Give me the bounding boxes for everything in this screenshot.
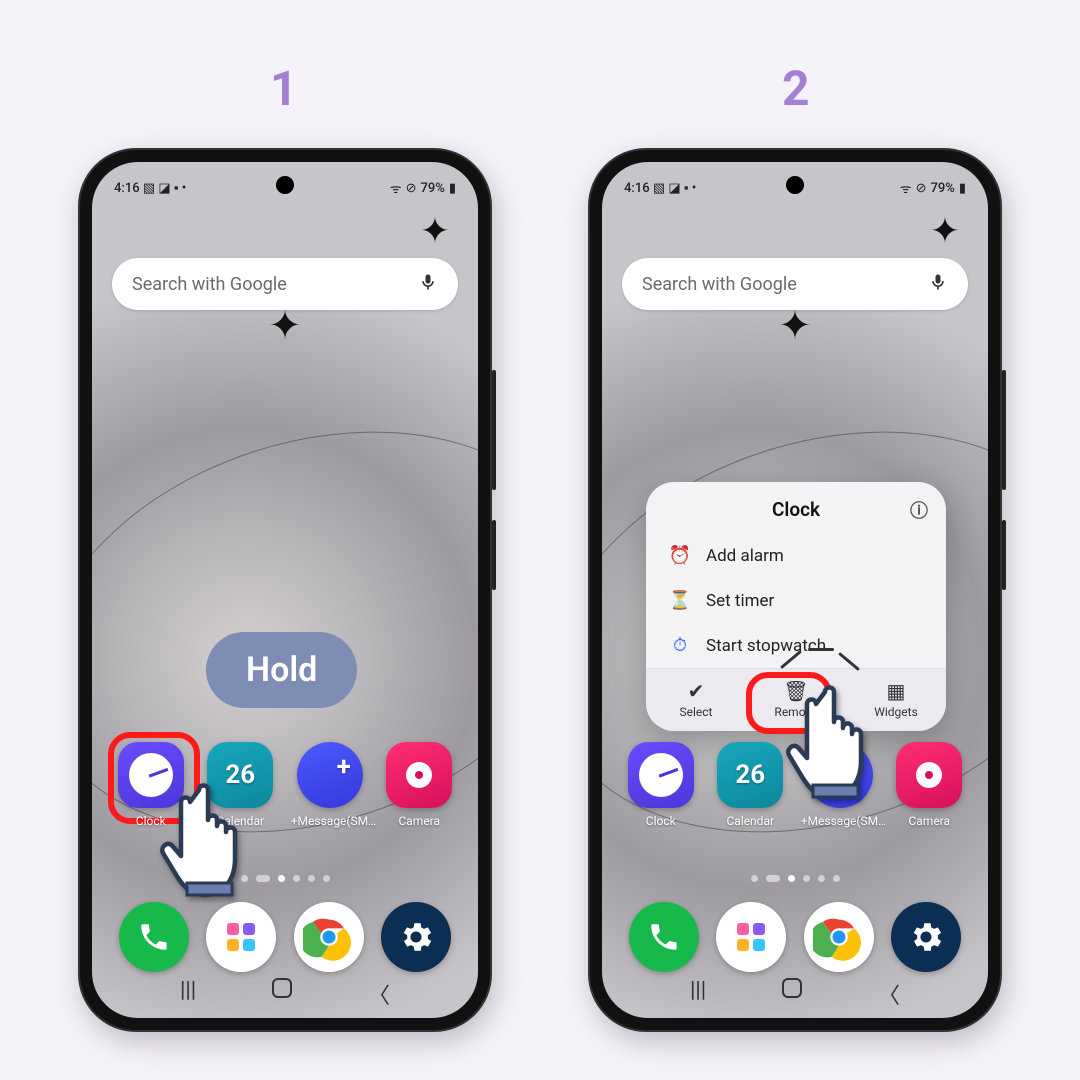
phone-frame-step2: 4:16 ▧ ◪ ▪ • ᯤ ⊘ 79% ▮ ✦ Search with Goo… [590,150,1000,1030]
dock-apps[interactable] [716,902,786,972]
status-right: ᯤ ⊘ 79% ▮ [900,179,966,197]
search-placeholder: Search with Google [642,274,797,295]
page-indicator[interactable] [602,875,988,882]
highlight-ring [746,672,832,734]
status-bar: 4:16 ▧ ◪ ▪ • ᯤ ⊘ 79% ▮ [92,174,478,202]
nav-bar[interactable]: ||| 〈 [92,978,478,1010]
home-app-row: Clock 26 Calendar +Message(SM… Camera [602,742,988,828]
app-message[interactable]: +Message(SM… [291,742,369,828]
phone-screen[interactable]: 4:16 ▧ ◪ ▪ • ᯤ ⊘ 79% ▮ ✦ Search with Goo… [92,162,478,1018]
mic-icon[interactable] [928,272,948,297]
stopwatch-icon: ⏱ [668,635,692,656]
battery-text: 79% [420,181,444,196]
app-label: Camera [380,814,458,828]
sparkle-icon: ✦ [930,210,960,252]
info-icon[interactable]: ⓘ [910,497,928,523]
search-placeholder: Search with Google [132,274,287,295]
nav-back-icon[interactable]: 〈 [878,978,900,1010]
phone-screen[interactable]: 4:16 ▧ ◪ ▪ • ᯤ ⊘ 79% ▮ ✦ Search with Goo… [602,162,988,1018]
hourglass-icon: ⏳ [668,590,692,611]
menu-start-stopwatch[interactable]: ⏱ Start stopwatch [646,623,946,668]
status-bar: 4:16 ▧ ◪ ▪ • ᯤ ⊘ 79% ▮ [602,174,988,202]
app-label: Clock [112,814,190,828]
status-right: ᯤ ⊘ 79% ▮ [390,179,456,197]
dock-settings[interactable] [891,902,961,972]
no-sim-icon: ⊘ [916,181,927,196]
sparkle-icon: ✦ [268,302,302,349]
app-clock[interactable]: Clock [622,742,700,828]
wifi-icon: ᯤ [390,179,402,197]
app-message[interactable]: +Message(SM… [801,742,879,828]
nav-bar[interactable]: ||| 〈 [602,978,988,1010]
wifi-icon: ᯤ [900,179,912,197]
app-label: Calendar [711,814,789,828]
app-clock[interactable]: Clock [112,742,190,828]
home-app-row: Clock 26 Calendar +Message(SM… Camera [92,742,478,828]
status-time: 4:16 ▧ ◪ ▪ • [624,180,696,196]
menu-add-alarm[interactable]: ⏰ Add alarm [646,533,946,578]
sparkle-icon: ✦ [778,302,812,349]
dock-phone[interactable] [119,902,189,972]
alarm-icon: ⏰ [668,545,692,566]
phone-frame-step1: 4:16 ▧ ◪ ▪ • ᯤ ⊘ 79% ▮ ✦ Search with Goo… [80,150,490,1030]
hold-instruction-pill: Hold [206,632,357,708]
page-indicator[interactable] [92,875,478,882]
dock-settings[interactable] [381,902,451,972]
app-label: +Message(SM… [801,814,879,828]
dock-chrome[interactable] [804,902,874,972]
nav-recents-icon[interactable]: ||| [690,978,706,1010]
battery-icon: ▮ [959,181,966,196]
sparkle-icon: ✦ [420,210,450,252]
dock [602,902,988,972]
check-circle-icon: ✔ [646,679,746,703]
battery-text: 79% [930,181,954,196]
nav-home-icon[interactable] [782,978,802,998]
status-time: 4:16 ▧ ◪ ▪ • [114,180,186,196]
dock [92,902,478,972]
action-select[interactable]: ✔ Select [646,669,746,731]
app-label: Calendar [201,814,279,828]
app-calendar[interactable]: 26 Calendar [711,742,789,828]
app-camera[interactable]: Camera [890,742,968,828]
nav-back-icon[interactable]: 〈 [368,978,390,1010]
app-label: +Message(SM… [291,814,369,828]
nav-home-icon[interactable] [272,978,292,998]
app-label: Camera [890,814,968,828]
menu-set-timer[interactable]: ⏳ Set timer [646,578,946,623]
action-widgets[interactable]: ▦ Widgets [846,669,946,731]
mic-icon[interactable] [418,272,438,297]
battery-icon: ▮ [449,181,456,196]
app-camera[interactable]: Camera [380,742,458,828]
nav-recents-icon[interactable]: ||| [180,978,196,1010]
app-label: Clock [622,814,700,828]
no-sim-icon: ⊘ [406,181,417,196]
popup-title: Clock ⓘ [646,482,946,533]
dock-apps[interactable] [206,902,276,972]
dock-chrome[interactable] [294,902,364,972]
app-calendar[interactable]: 26 Calendar [201,742,279,828]
dock-phone[interactable] [629,902,699,972]
step-number-1: 1 [270,60,298,117]
step-number-2: 2 [782,60,810,117]
widgets-icon: ▦ [846,679,946,703]
